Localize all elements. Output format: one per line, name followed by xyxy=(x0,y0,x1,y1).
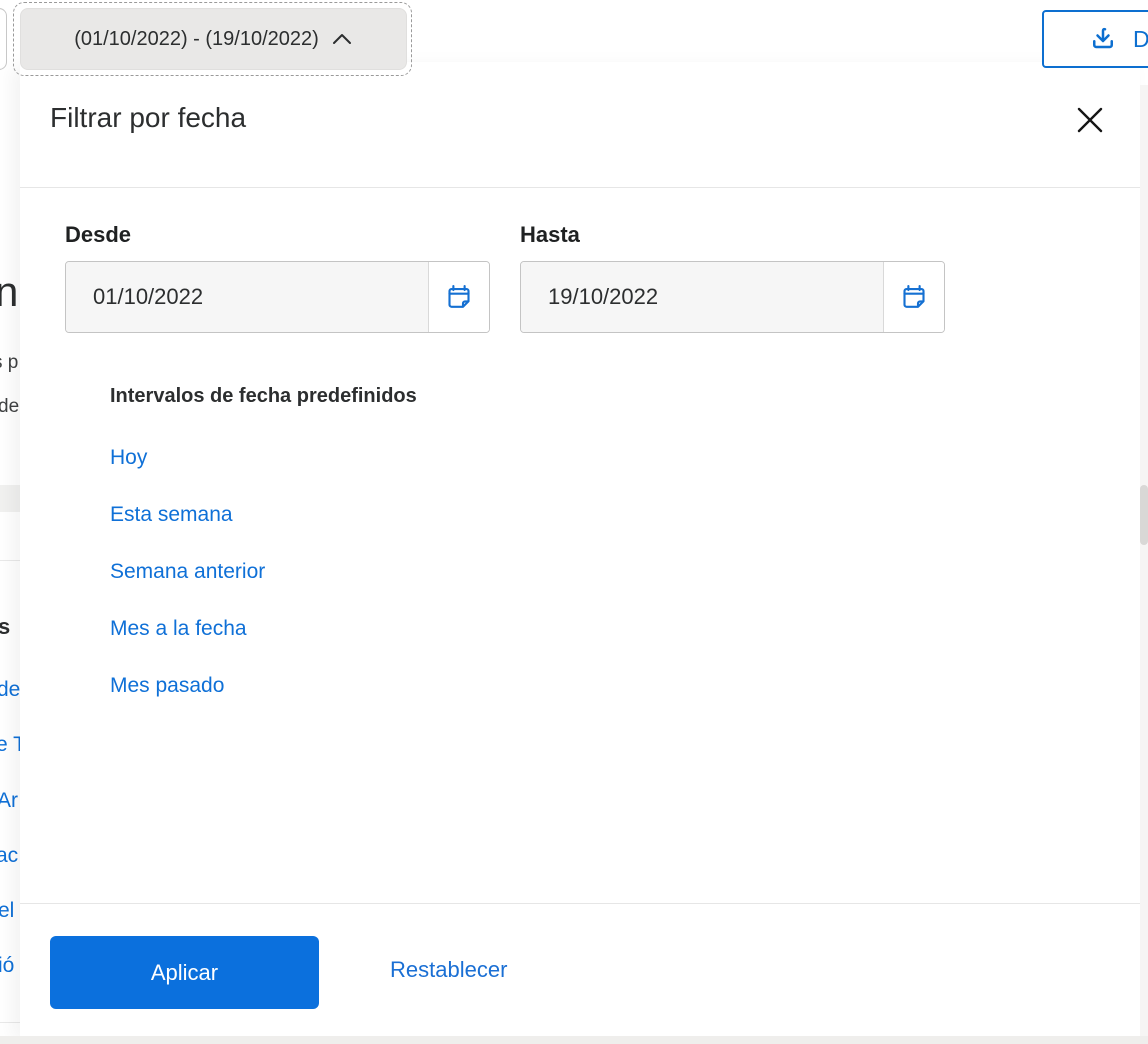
calendar-icon xyxy=(899,282,929,312)
filter-by-date-modal: Filtrar por fecha Desde 01/10/2022 Hasta… xyxy=(20,62,1140,1036)
from-date-label: Desde xyxy=(65,222,132,247)
preset-link-today[interactable]: Hoy xyxy=(110,446,147,470)
from-date-calendar-button[interactable] xyxy=(428,262,489,332)
background-link-fragment: el xyxy=(0,899,15,922)
to-date-calendar-button[interactable] xyxy=(883,262,944,332)
date-range-button[interactable]: (01/10/2022) - (19/10/2022) xyxy=(20,8,407,70)
apply-button[interactable]: Aplicar xyxy=(50,936,319,1009)
preset-link-last-week[interactable]: Semana anterior xyxy=(110,560,265,584)
close-button[interactable] xyxy=(1066,96,1114,144)
close-icon xyxy=(1070,100,1110,140)
footer-divider xyxy=(20,903,1140,904)
to-date-field xyxy=(520,261,945,333)
from-date-field xyxy=(65,261,490,333)
bottom-page-strip xyxy=(0,1036,1148,1044)
background-page-sliver: n s p de s de e T Ar ac el ió xyxy=(0,0,20,1044)
background-divider xyxy=(0,1022,20,1023)
background-link-fragment: Ar xyxy=(0,789,18,812)
download-label: D xyxy=(1133,25,1148,52)
background-divider xyxy=(0,560,20,561)
background-link-fragment: e T xyxy=(0,733,20,756)
background-link-fragment: ió xyxy=(0,954,15,977)
background-text-fragment: n xyxy=(0,268,19,315)
to-date-input[interactable] xyxy=(521,262,883,332)
to-date-label: Hasta xyxy=(520,222,580,247)
reset-link[interactable]: Restablecer xyxy=(390,957,507,983)
download-icon xyxy=(1088,24,1118,54)
background-partial-button xyxy=(0,8,7,70)
background-link-fragment: ac xyxy=(0,844,19,867)
from-date-input[interactable] xyxy=(66,262,428,332)
scrollbar-track[interactable] xyxy=(1140,85,1148,1036)
date-range-label: (01/10/2022) - (19/10/2022) xyxy=(74,27,319,50)
background-text-fragment: s xyxy=(0,614,11,639)
preset-link-month-to-date[interactable]: Mes a la fecha xyxy=(110,617,247,641)
background-link-fragment: de xyxy=(0,678,20,701)
background-text-fragment: s p xyxy=(0,352,19,373)
scrollbar-thumb[interactable] xyxy=(1140,485,1148,545)
background-gray-band xyxy=(0,485,20,512)
download-button[interactable]: D xyxy=(1042,10,1148,68)
presets-heading: Intervalos de fecha predefinidos xyxy=(110,385,417,407)
header-divider xyxy=(20,187,1140,188)
background-text-fragment: de xyxy=(0,396,20,417)
modal-title: Filtrar por fecha xyxy=(50,102,247,133)
chevron-up-icon xyxy=(331,32,353,46)
preset-link-this-week[interactable]: Esta semana xyxy=(110,503,233,527)
calendar-icon xyxy=(444,282,474,312)
preset-link-last-month[interactable]: Mes pasado xyxy=(110,674,224,698)
screen: n s p de s de e T Ar ac el ió Filtrar po… xyxy=(0,0,1148,1044)
